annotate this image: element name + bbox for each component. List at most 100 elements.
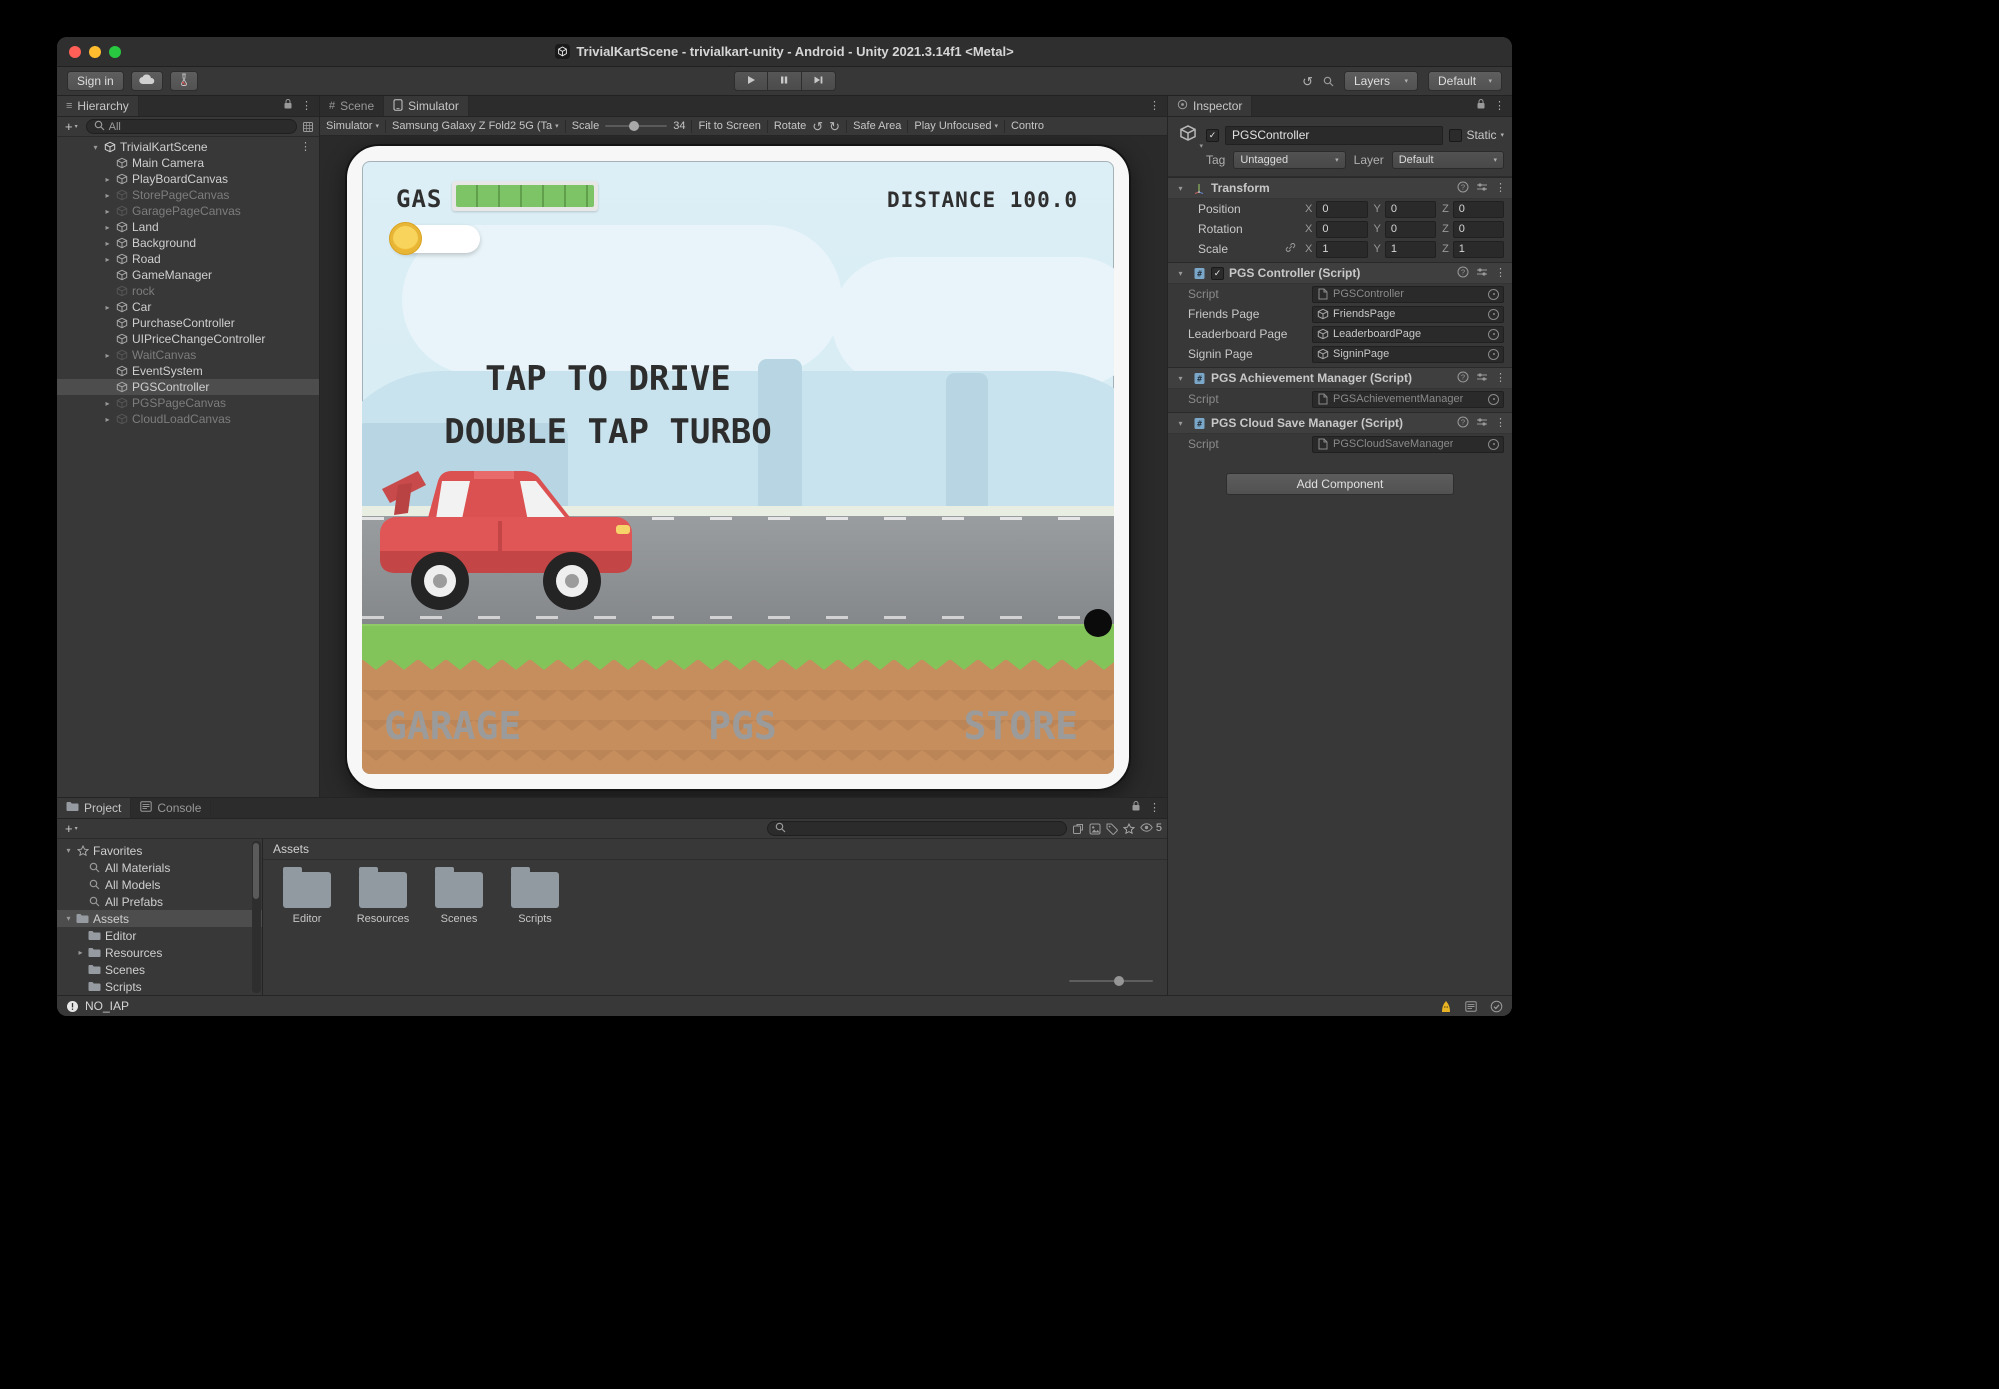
tab-hierarchy[interactable]: ≡Hierarchy	[57, 96, 139, 116]
hierarchy-item-background[interactable]: ▸Background	[57, 235, 319, 251]
object-field-signin-page[interactable]: SigninPage	[1312, 346, 1504, 363]
active-checkbox[interactable]: ✓	[1206, 129, 1219, 142]
play-button[interactable]	[734, 71, 768, 91]
foldout-icon[interactable]: ▸	[101, 191, 114, 200]
hierarchy-item-eventsystem[interactable]: EventSystem	[57, 363, 319, 379]
search-window-icon[interactable]	[302, 121, 314, 133]
position-z-field[interactable]: 0	[1453, 201, 1504, 218]
foldout-icon[interactable]: ▸	[101, 239, 114, 248]
tab-scene[interactable]: #Scene	[320, 96, 384, 116]
rotation-x-field[interactable]: 0	[1316, 221, 1367, 238]
project-tree-folder-editor[interactable]: Editor	[57, 927, 262, 944]
activity-icon[interactable]	[1440, 1000, 1452, 1013]
object-field-friends-page[interactable]: FriendsPage	[1312, 306, 1504, 323]
hierarchy-item-main-camera[interactable]: Main Camera	[57, 155, 319, 171]
kebab-icon[interactable]: ⋮	[1495, 268, 1506, 279]
asset-folder-scenes[interactable]: Scenes	[427, 872, 491, 925]
simulator-dropdown[interactable]: Simulator▾	[326, 120, 379, 132]
foldout-icon[interactable]: ▾	[1174, 419, 1187, 428]
tab-inspector[interactable]: Inspector	[1168, 96, 1252, 116]
lock-icon[interactable]	[1476, 97, 1486, 115]
asset-folder-scripts[interactable]: Scripts	[503, 872, 567, 925]
presets-icon[interactable]	[1476, 371, 1488, 386]
presets-icon[interactable]	[1476, 266, 1488, 281]
hierarchy-item-gamemanager[interactable]: GameManager	[57, 267, 319, 283]
add-asset-button[interactable]: +▾	[62, 821, 81, 836]
control-dropdown[interactable]: Contro	[1011, 120, 1044, 132]
fit-to-screen-button[interactable]: Fit to Screen	[698, 120, 760, 132]
project-tree-folder-scenes[interactable]: Scenes	[57, 961, 262, 978]
asset-folder-editor[interactable]: Editor	[275, 872, 339, 925]
lock-icon[interactable]	[283, 97, 293, 115]
presets-icon[interactable]	[1476, 416, 1488, 431]
favorites-row[interactable]: ▾Favorites	[57, 842, 262, 859]
hierarchy-item-pgspagecanvas[interactable]: ▸PGSPageCanvas	[57, 395, 319, 411]
lock-icon[interactable]	[1131, 799, 1141, 817]
hierarchy-item-land[interactable]: ▸Land	[57, 219, 319, 235]
pause-button[interactable]	[768, 71, 802, 91]
foldout-icon[interactable]: ▾	[89, 143, 102, 152]
kebab-icon[interactable]: ⋮	[301, 101, 312, 112]
game-screen[interactable]: GAS DISTANCE 100.0 TAP TO DRIVE DOUBLE T…	[362, 161, 1114, 774]
layer-dropdown[interactable]: Default▾	[1392, 151, 1504, 169]
favorites-item-all-materials[interactable]: All Materials	[57, 859, 262, 876]
position-y-field[interactable]: 0	[1385, 201, 1436, 218]
help-icon[interactable]: ?	[1457, 416, 1469, 431]
component-header[interactable]: ▾#PGS Achievement Manager (Script)?⋮	[1168, 367, 1512, 389]
help-icon[interactable]: ?	[1457, 266, 1469, 281]
console-status-icon[interactable]	[1465, 1001, 1477, 1012]
hierarchy-search-input[interactable]: All	[86, 119, 297, 134]
hierarchy-scene-row[interactable]: ▾TrivialKartScene⋮	[57, 139, 319, 155]
position-x-field[interactable]: 0	[1316, 201, 1367, 218]
ok-status-icon[interactable]	[1490, 1000, 1503, 1013]
layout-dropdown[interactable]: Default▾	[1428, 71, 1502, 91]
rotate-right-icon[interactable]: ↻	[829, 120, 840, 133]
object-name-field[interactable]: PGSController	[1225, 126, 1443, 145]
foldout-icon[interactable]: ▸	[101, 223, 114, 232]
scale-x-field[interactable]: 1	[1316, 241, 1367, 258]
favorites-item-all-models[interactable]: All Models	[57, 876, 262, 893]
presets-icon[interactable]	[1476, 181, 1488, 196]
game-nav-store[interactable]: STORE	[964, 704, 1078, 748]
link-scale-icon[interactable]	[1285, 242, 1296, 256]
kebab-icon[interactable]: ⋮	[1495, 373, 1506, 384]
step-button[interactable]	[802, 71, 836, 91]
cloud-button[interactable]	[131, 71, 163, 91]
foldout-icon[interactable]: ▸	[101, 351, 114, 360]
services-button[interactable]	[170, 71, 198, 91]
hierarchy-item-playboardcanvas[interactable]: ▸PlayBoardCanvas	[57, 171, 319, 187]
help-icon[interactable]: ?	[1457, 371, 1469, 386]
hierarchy-item-storepagecanvas[interactable]: ▸StorePageCanvas	[57, 187, 319, 203]
foldout-icon[interactable]: ▸	[101, 399, 114, 408]
foldout-icon[interactable]: ▸	[101, 415, 114, 424]
hidden-count-toggle[interactable]: 5	[1140, 823, 1162, 835]
hierarchy-item-car[interactable]: ▸Car	[57, 299, 319, 315]
undo-history-icon[interactable]: ↺	[1302, 75, 1313, 88]
breadcrumb[interactable]: Assets	[273, 842, 309, 856]
object-picker-icon[interactable]	[1488, 439, 1499, 450]
project-tree-folder-resources[interactable]: ▸Resources	[57, 944, 262, 961]
favorites-icon[interactable]	[1123, 823, 1135, 835]
component-header[interactable]: ▾#PGS Cloud Save Manager (Script)?⋮	[1168, 412, 1512, 434]
tag-dropdown[interactable]: Untagged▾	[1233, 151, 1345, 169]
game-nav-garage[interactable]: GARAGE	[384, 704, 521, 748]
foldout-icon[interactable]: ▸	[101, 255, 114, 264]
kebab-icon[interactable]: ⋮	[1149, 803, 1160, 814]
slider-knob[interactable]	[1114, 976, 1124, 986]
tab-project[interactable]: Project	[57, 798, 131, 818]
coin-toggle[interactable]	[392, 225, 480, 253]
assets-root-row[interactable]: ▾Assets	[57, 910, 262, 927]
favorites-item-all-prefabs[interactable]: All Prefabs	[57, 893, 262, 910]
component-header[interactable]: ▾#✓PGS Controller (Script)?⋮	[1168, 262, 1512, 284]
asset-folder-resources[interactable]: Resources	[351, 872, 415, 925]
object-field-script[interactable]: PGSController	[1312, 286, 1504, 303]
add-component-button[interactable]: Add Component	[1226, 473, 1454, 495]
hierarchy-item-pgscontroller[interactable]: PGSController	[57, 379, 319, 395]
close-window-button[interactable]	[69, 46, 81, 58]
status-message[interactable]: NO_IAP	[85, 999, 129, 1013]
play-unfocused-dropdown[interactable]: Play Unfocused▾	[914, 120, 998, 132]
hierarchy-item-garagepagecanvas[interactable]: ▸GaragePageCanvas	[57, 203, 319, 219]
asset-preview-icon[interactable]	[1089, 823, 1101, 835]
hierarchy-item-cloudloadcanvas[interactable]: ▸CloudLoadCanvas	[57, 411, 319, 427]
kebab-icon[interactable]: ⋮	[1495, 418, 1506, 429]
